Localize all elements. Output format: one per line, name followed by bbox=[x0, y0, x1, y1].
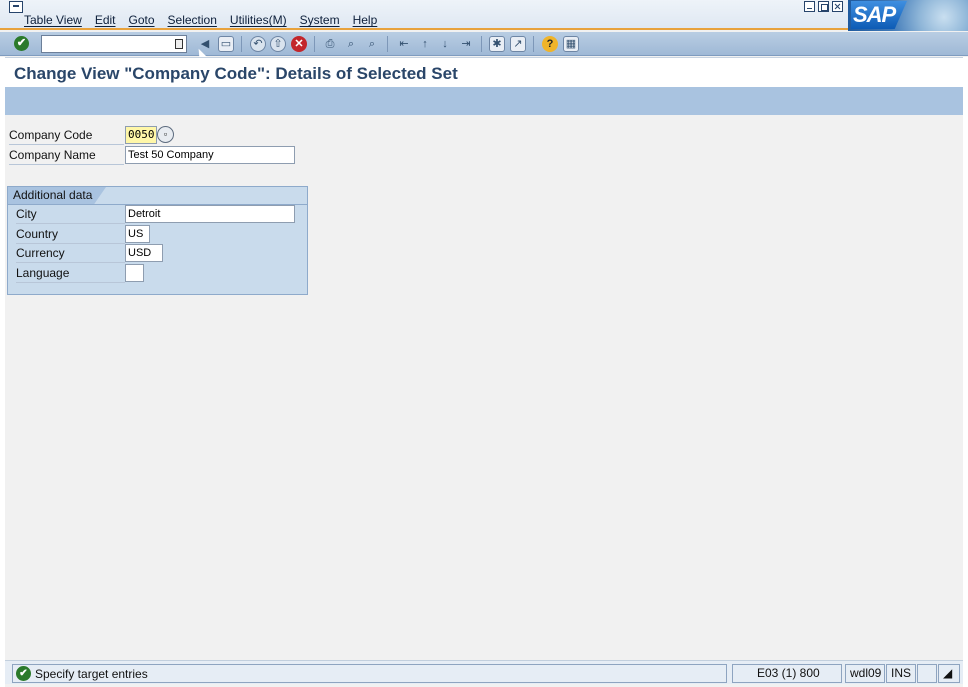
title-bar: Change View "Company Code": Details of S… bbox=[5, 57, 963, 87]
language-label: Language bbox=[16, 264, 125, 283]
toolbar-separator bbox=[241, 36, 242, 52]
company-name-label: Company Name bbox=[9, 146, 124, 165]
country-label: Country bbox=[16, 225, 125, 244]
system-info[interactable]: E03 (1) 800 bbox=[732, 664, 842, 683]
print-icon[interactable]: ⎙ bbox=[322, 36, 338, 52]
menu-help[interactable]: Help bbox=[353, 13, 378, 27]
frame-right bbox=[963, 57, 968, 687]
status-message-area[interactable]: ✔ Specify target entries bbox=[12, 664, 727, 683]
last-page-icon[interactable]: ⇥ bbox=[458, 36, 474, 52]
command-field[interactable] bbox=[41, 35, 187, 53]
menu-selection[interactable]: Selection bbox=[168, 13, 217, 27]
help-icon[interactable]: ? bbox=[542, 36, 558, 52]
enter-icon[interactable]: ✔ bbox=[14, 36, 29, 51]
find-icon[interactable]: ⌕ bbox=[343, 36, 359, 52]
language-field[interactable] bbox=[125, 264, 144, 282]
toolbar-separator bbox=[481, 36, 482, 52]
status-message: Specify target entries bbox=[35, 667, 148, 681]
exit-icon[interactable]: ⇧ bbox=[270, 36, 286, 52]
value-help-icon[interactable]: ▫ bbox=[157, 126, 174, 143]
company-code-label: Company Code bbox=[9, 126, 124, 145]
minimize-icon[interactable] bbox=[804, 1, 815, 12]
toolbar-separator bbox=[314, 36, 315, 52]
menu-bar: Table View Edit Goto Selection Utilities… bbox=[0, 0, 968, 31]
status-empty-cell bbox=[917, 664, 937, 683]
menu-utilities[interactable]: Utilities(M) bbox=[230, 13, 287, 27]
command-history-icon[interactable] bbox=[175, 39, 183, 49]
insert-mode[interactable]: INS bbox=[886, 664, 916, 683]
country-field[interactable]: US bbox=[125, 225, 150, 243]
server-info: wdl09 bbox=[845, 664, 885, 683]
toolbar-separator bbox=[387, 36, 388, 52]
company-name-field[interactable]: Test 50 Company bbox=[125, 146, 295, 164]
new-session-icon[interactable]: ✱ bbox=[489, 36, 505, 52]
menu-goto[interactable]: Goto bbox=[129, 13, 155, 27]
layout-icon[interactable]: ▦ bbox=[563, 36, 579, 52]
next-page-icon[interactable]: ↓ bbox=[437, 36, 453, 52]
menu-table-view[interactable]: Table View bbox=[24, 13, 82, 27]
status-bar: ✔ Specify target entries E03 (1) 800 wdl… bbox=[5, 660, 963, 684]
additional-data-heading: Additional data bbox=[8, 187, 106, 204]
window-controls bbox=[804, 1, 843, 12]
currency-field[interactable]: USD bbox=[125, 244, 163, 262]
back-nav-icon[interactable]: ↶ bbox=[250, 36, 266, 52]
resize-grip-icon[interactable]: ◢ bbox=[938, 664, 960, 683]
maximize-icon[interactable] bbox=[818, 1, 829, 12]
menu-edit[interactable]: Edit bbox=[95, 13, 116, 27]
application-toolbar bbox=[5, 87, 963, 115]
menu-system[interactable]: System bbox=[300, 13, 340, 27]
prev-page-icon[interactable]: ↑ bbox=[417, 36, 433, 52]
page-title: Change View "Company Code": Details of S… bbox=[14, 64, 458, 83]
currency-label: Currency bbox=[16, 244, 125, 263]
system-menu-icon[interactable] bbox=[9, 1, 23, 13]
toolbar-separator bbox=[533, 36, 534, 52]
standard-toolbar: ✔ ◀ ▭ ↶ ⇧ ✕ ⎙ ⌕ ⌕ ⇤ ↑ ↓ ⇥ ✱ ↗ ? ▦ bbox=[0, 32, 968, 56]
cancel-icon[interactable]: ✕ bbox=[291, 36, 307, 52]
first-page-icon[interactable]: ⇤ bbox=[396, 36, 412, 52]
city-label: City bbox=[16, 205, 125, 224]
shortcut-icon[interactable]: ↗ bbox=[510, 36, 526, 52]
company-code-field[interactable]: 0050 bbox=[125, 126, 157, 144]
additional-data-group: Additional data City Detroit Country US … bbox=[7, 186, 308, 295]
success-icon: ✔ bbox=[16, 666, 31, 681]
city-field[interactable]: Detroit bbox=[125, 205, 295, 223]
sap-logo-text: SAP bbox=[851, 1, 907, 29]
sap-logo: SAP bbox=[848, 0, 968, 31]
system-info-text: E03 (1) 800 bbox=[757, 666, 820, 680]
main-menu: Table View Edit Goto Selection Utilities… bbox=[24, 13, 377, 27]
frame-left bbox=[0, 57, 5, 687]
close-icon[interactable] bbox=[832, 1, 843, 12]
save-icon[interactable]: ▭ bbox=[218, 36, 234, 52]
find-next-icon[interactable]: ⌕ bbox=[364, 36, 380, 52]
